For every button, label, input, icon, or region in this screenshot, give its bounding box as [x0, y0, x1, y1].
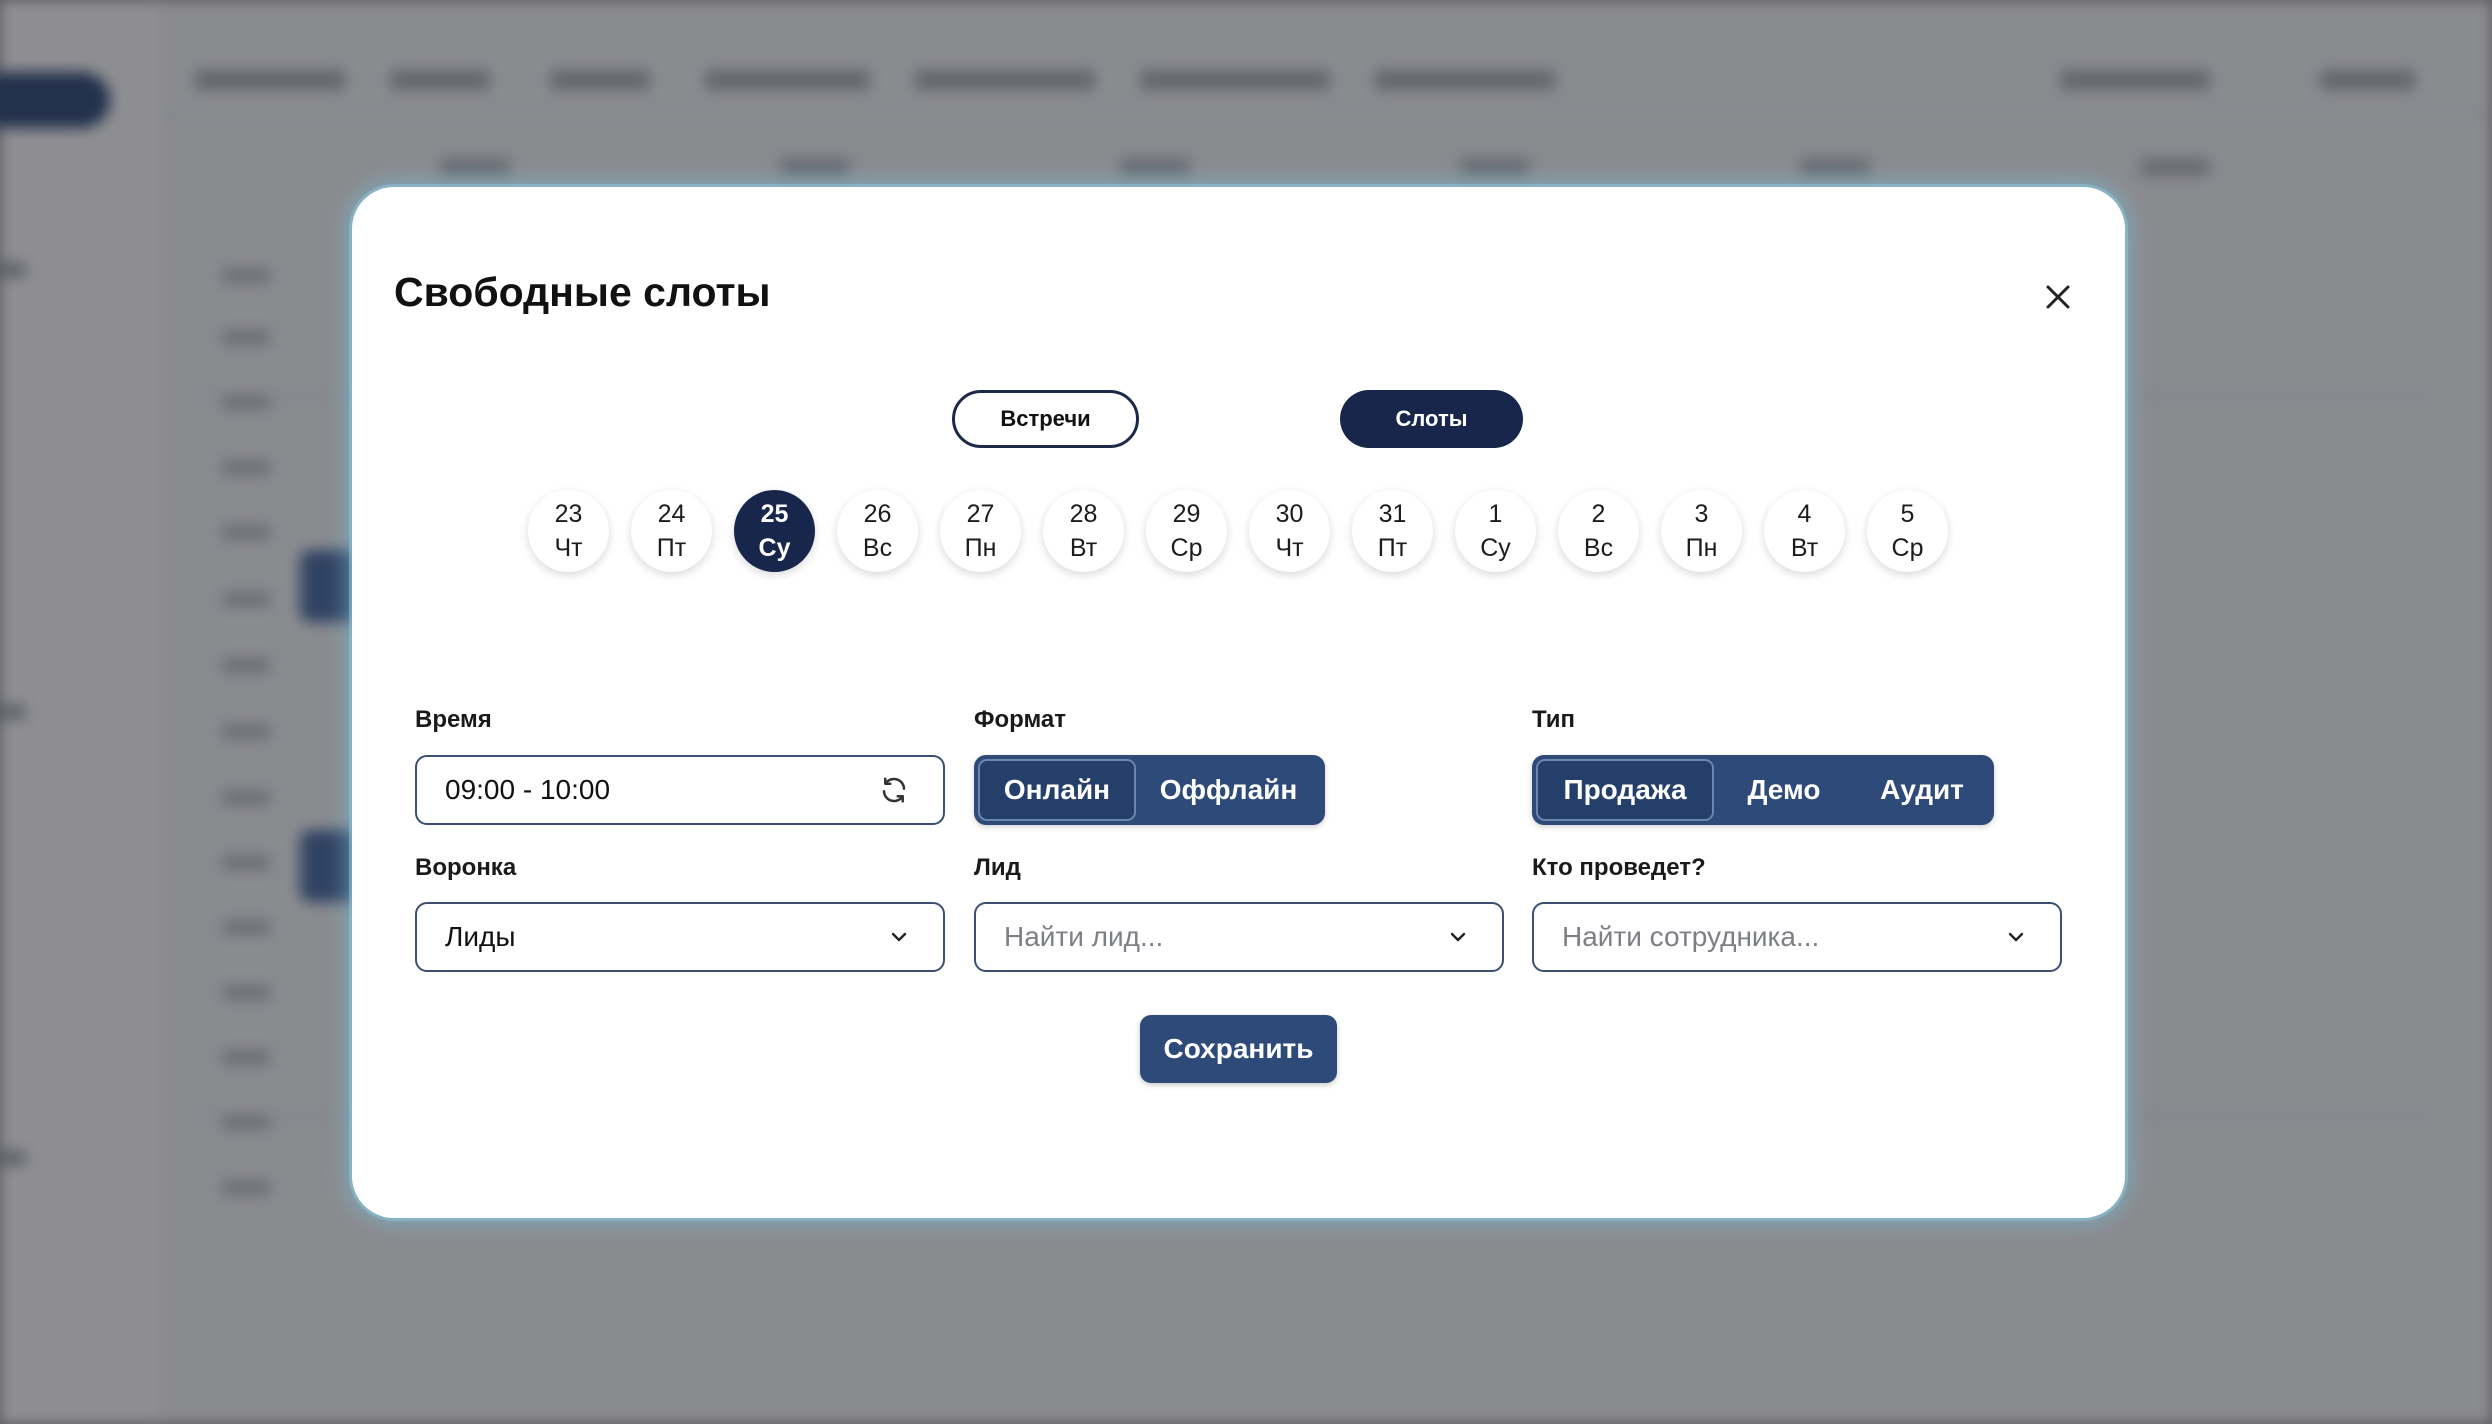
- day-5-button[interactable]: 5 Ср: [1867, 490, 1948, 572]
- type-segmented-control: Продажа Демо Аудит: [1532, 755, 1994, 825]
- day-number: 1: [1488, 500, 1503, 528]
- day-weekday: Вт: [1069, 534, 1098, 562]
- day-weekday: Пн: [1685, 534, 1718, 562]
- day-number: 24: [657, 500, 686, 528]
- lead-search-select[interactable]: Найти лид...: [974, 902, 1504, 972]
- day-28-button[interactable]: 28 Вт: [1043, 490, 1124, 572]
- day-number: 30: [1275, 500, 1304, 528]
- day-weekday: Вс: [1583, 534, 1614, 562]
- chevron-down-icon: [2006, 927, 2026, 947]
- day-number: 5: [1900, 500, 1915, 528]
- funnel-label: Воронка: [415, 854, 517, 881]
- refresh-icon[interactable]: [879, 775, 909, 805]
- day-weekday: Су: [758, 534, 791, 562]
- day-weekday: Пт: [656, 534, 687, 562]
- day-24-button[interactable]: 24 Пт: [631, 490, 712, 572]
- day-weekday: Пн: [964, 534, 997, 562]
- chevron-down-icon: [889, 927, 909, 947]
- day-4-button[interactable]: 4 Вт: [1764, 490, 1845, 572]
- type-option-sale[interactable]: Продажа: [1536, 759, 1714, 821]
- format-label: Формат: [974, 706, 1067, 733]
- day-number: 23: [554, 500, 583, 528]
- host-search-select[interactable]: Найти сотрудника...: [1532, 902, 2062, 972]
- time-input[interactable]: 09:00 - 10:00: [415, 755, 945, 825]
- day-weekday: Чт: [554, 534, 583, 562]
- day-27-button[interactable]: 27 Пн: [940, 490, 1021, 572]
- free-slots-dialog: Свободные слоты Встречи Слоты 23 Чт 24 Пт 25…: [352, 187, 2125, 1218]
- day-number: 31: [1378, 500, 1407, 528]
- format-option-offline[interactable]: Оффлайн: [1136, 759, 1321, 821]
- funnel-value: Лиды: [445, 921, 516, 952]
- time-label: Время: [415, 706, 492, 733]
- day-26-button[interactable]: 26 Вс: [837, 490, 918, 572]
- day-2-button[interactable]: 2 Вс: [1558, 490, 1639, 572]
- day-number: 27: [966, 500, 995, 528]
- chevron-down-icon: [1448, 927, 1468, 947]
- time-value: 09:00 - 10:00: [445, 774, 611, 805]
- type-label: Тип: [1532, 706, 1575, 733]
- day-number: 2: [1591, 500, 1606, 528]
- day-weekday: Пт: [1377, 534, 1408, 562]
- meetings-toggle-button[interactable]: Встречи: [952, 390, 1139, 448]
- type-option-audit[interactable]: Аудит: [1854, 759, 1990, 821]
- lead-label: Лид: [974, 854, 1021, 881]
- day-number: 4: [1797, 500, 1812, 528]
- day-1-button[interactable]: 1 Су: [1455, 490, 1536, 572]
- save-button[interactable]: Сохранить: [1140, 1015, 1337, 1083]
- close-icon: [2046, 285, 2070, 309]
- day-number: 25: [760, 500, 789, 528]
- close-button[interactable]: [2033, 272, 2083, 322]
- host-label: Кто проведет?: [1532, 854, 1706, 881]
- format-option-online[interactable]: Онлайн: [978, 759, 1136, 821]
- host-placeholder: Найти сотрудника...: [1562, 921, 1820, 952]
- lead-placeholder: Найти лид...: [1004, 921, 1164, 952]
- slots-toggle-button[interactable]: Слоты: [1340, 390, 1523, 448]
- day-weekday: Су: [1480, 534, 1511, 562]
- day-29-button[interactable]: 29 Ср: [1146, 490, 1227, 572]
- day-3-button[interactable]: 3 Пн: [1661, 490, 1742, 572]
- day-number: 26: [863, 500, 892, 528]
- day-weekday: Чт: [1275, 534, 1304, 562]
- day-weekday: Ср: [1891, 534, 1924, 562]
- day-number: 29: [1172, 500, 1201, 528]
- day-picker: 23 Чт 24 Пт 25 Су 26 Вс 27 Пн 28 Вт 29 Ср 30 Чт 31 Пт 1 Су 2…: [528, 490, 1948, 572]
- funnel-select[interactable]: Лиды: [415, 902, 945, 972]
- day-weekday: Вт: [1790, 534, 1819, 562]
- day-31-button[interactable]: 31 Пт: [1352, 490, 1433, 572]
- day-weekday: Ср: [1170, 534, 1203, 562]
- dialog-title: Свободные слоты: [394, 269, 771, 315]
- format-segmented-control: Онлайн Оффлайн: [974, 755, 1325, 825]
- day-number: 28: [1069, 500, 1098, 528]
- day-23-button[interactable]: 23 Чт: [528, 490, 609, 572]
- day-weekday: Вс: [862, 534, 893, 562]
- day-25-button[interactable]: 25 Су: [734, 490, 815, 572]
- day-number: 3: [1694, 500, 1709, 528]
- type-option-demo[interactable]: Демо: [1714, 759, 1854, 821]
- day-30-button[interactable]: 30 Чт: [1249, 490, 1330, 572]
